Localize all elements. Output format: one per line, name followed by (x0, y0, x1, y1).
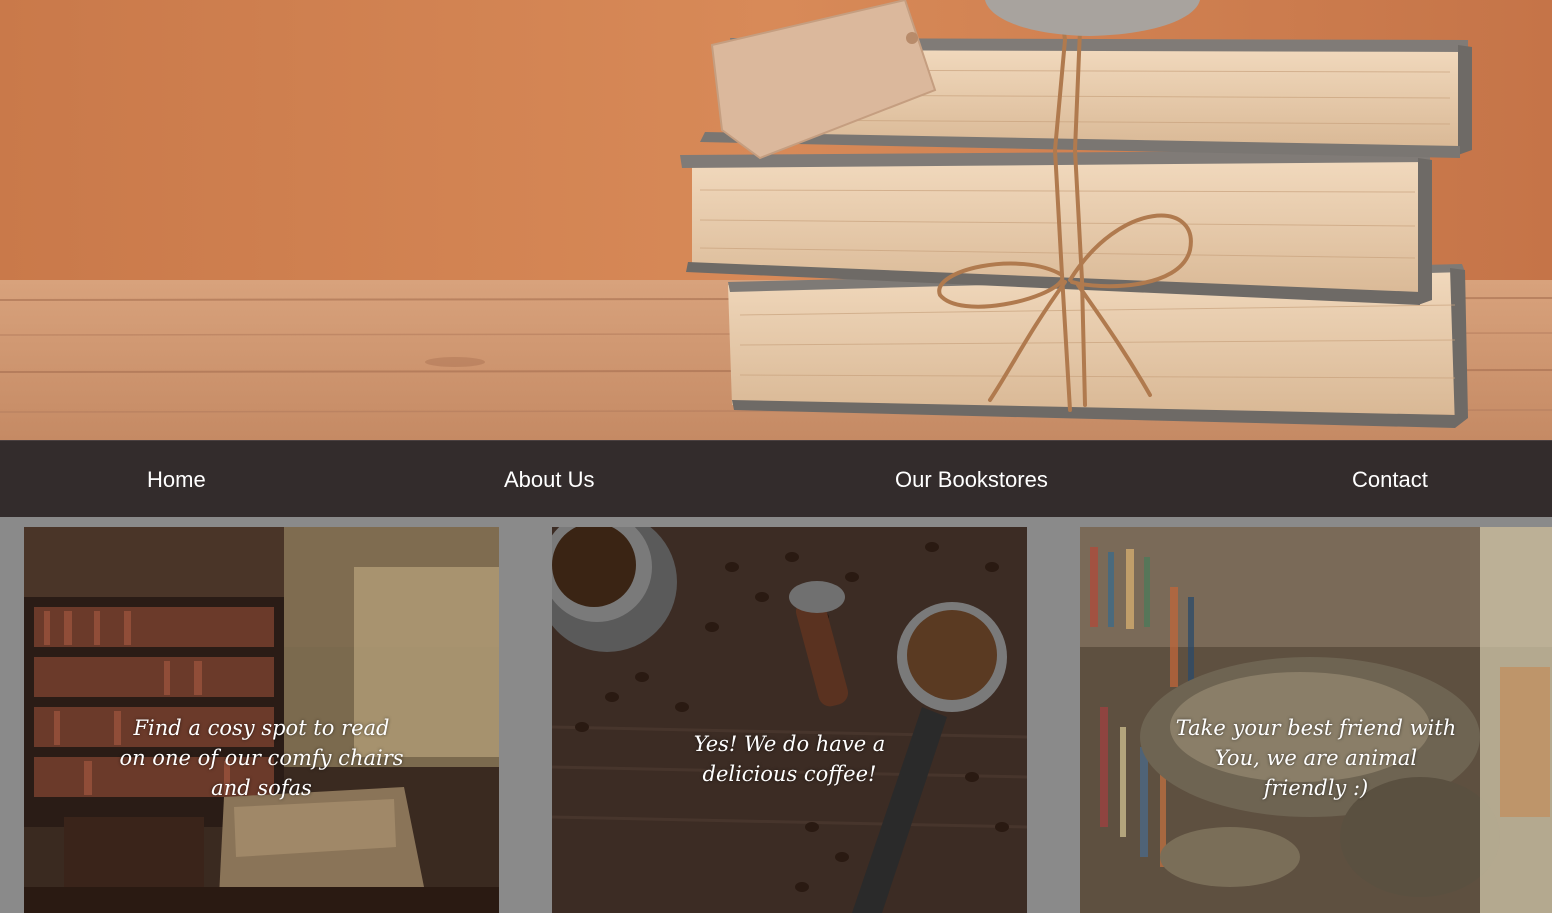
coffee-beans-image (552, 527, 1027, 913)
card-coffee[interactable]: Yes! We do have a delicious coffee! (552, 527, 1027, 913)
nav-contact-link[interactable]: Contact (1352, 441, 1428, 518)
card-animal-friendly-caption: Take your best friend with You, we are a… (1175, 716, 1457, 800)
nav-our-bookstores-link[interactable]: Our Bookstores (895, 441, 1048, 518)
card-cosy-spot[interactable]: Find a cosy spot to read on one of our c… (24, 527, 499, 913)
nav-about-us-link[interactable]: About Us (504, 441, 595, 518)
nav-home-link[interactable]: Home (147, 441, 206, 518)
feature-cards-section: Find a cosy spot to read on one of our c… (0, 517, 1552, 913)
hero-books-image (0, 0, 1552, 440)
main-navbar: Home About Us Our Bookstores Contact (0, 440, 1552, 517)
card-animal-friendly[interactable]: Take your best friend with You, we are a… (1080, 527, 1552, 913)
hero-banner (0, 0, 1552, 440)
card-cosy-spot-caption: Find a cosy spot to read on one of our c… (119, 716, 404, 800)
card-coffee-caption: Yes! We do have a delicious coffee! (693, 732, 886, 786)
